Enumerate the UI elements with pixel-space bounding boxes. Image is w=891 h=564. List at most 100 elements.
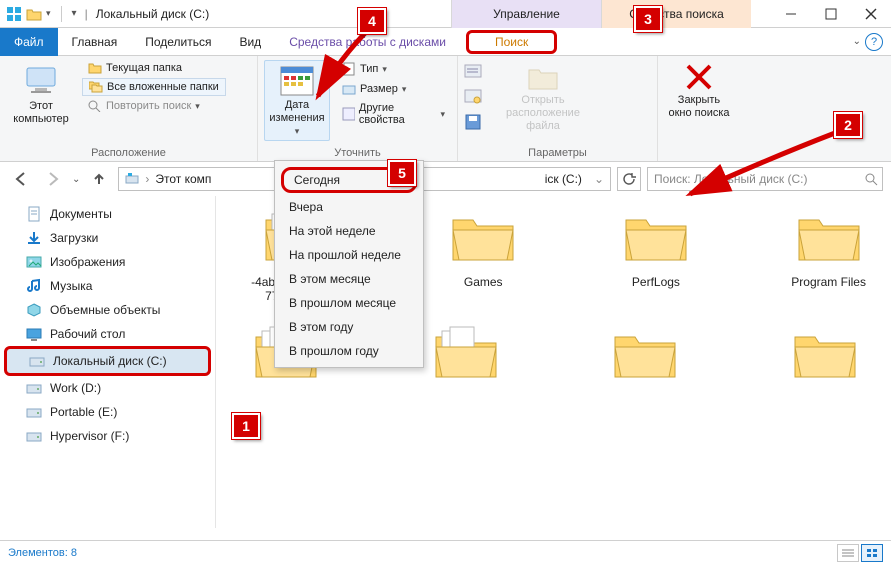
chevron-down-icon[interactable]: ▾ bbox=[46, 8, 51, 19]
sidebar-item-label: Portable (E:) bbox=[50, 405, 117, 419]
close-icon bbox=[684, 62, 714, 92]
app-icon bbox=[6, 6, 22, 22]
context-tab-headers: Управление Средства поиска bbox=[451, 0, 751, 28]
tab-home[interactable]: Главная bbox=[58, 28, 132, 56]
sidebar-item-label: Рабочий стол bbox=[50, 327, 125, 341]
folder-icon bbox=[620, 206, 692, 269]
tab-search[interactable]: Поиск bbox=[466, 30, 557, 54]
date-menu-item[interactable]: В прошлом месяце bbox=[275, 291, 423, 315]
date-menu-item[interactable]: На прошлой неделе bbox=[275, 243, 423, 267]
drive-icon bbox=[26, 404, 42, 420]
history-dropdown[interactable]: ⌄ bbox=[72, 174, 80, 185]
date-menu-item[interactable]: На этой неделе bbox=[275, 219, 423, 243]
window-title: Локальный диск (C:) bbox=[96, 7, 210, 21]
forward-button[interactable] bbox=[40, 166, 66, 192]
folder-item[interactable] bbox=[586, 323, 706, 386]
callout-1: 1 bbox=[232, 413, 260, 439]
folder-icon bbox=[789, 323, 861, 386]
open-file-location-button: Открыть расположение файла bbox=[488, 60, 598, 135]
sidebar-item-label: Work (D:) bbox=[50, 381, 101, 395]
up-button[interactable] bbox=[86, 166, 112, 192]
view-icons-button[interactable] bbox=[861, 544, 883, 562]
folder-icon bbox=[430, 323, 502, 386]
sidebar-item-label: Документы bbox=[50, 207, 112, 221]
help-icon[interactable]: ? bbox=[865, 33, 883, 51]
drive-icon bbox=[26, 428, 42, 444]
ribbon-group-location: Этот компьютер Текущая папка Все вложенн… bbox=[0, 56, 258, 161]
sidebar-item-загрузки[interactable]: Загрузки bbox=[4, 226, 211, 250]
sidebar-item-label: Объемные объекты bbox=[50, 303, 160, 317]
current-folder-button[interactable]: Текущая папка bbox=[82, 60, 226, 76]
folder-label: Program Files bbox=[791, 275, 866, 289]
sidebar-item-label: Изображения bbox=[50, 255, 125, 269]
item-count: 8 bbox=[71, 547, 77, 559]
ribbon-help[interactable]: ⌄ ? bbox=[853, 33, 883, 51]
back-button[interactable] bbox=[8, 166, 34, 192]
search-icon bbox=[864, 172, 878, 186]
separator bbox=[61, 6, 62, 22]
address-crumb-pre: Этот комп bbox=[155, 172, 211, 186]
sidebar-item-work-d-[interactable]: Work (D:) bbox=[4, 376, 211, 400]
sidebar-item-label: Локальный диск (C:) bbox=[53, 354, 167, 368]
date-menu-item[interactable]: В этом году bbox=[275, 315, 423, 339]
maximize-button[interactable] bbox=[811, 0, 851, 28]
window-controls bbox=[771, 0, 891, 28]
folder-icon bbox=[88, 62, 102, 74]
folder-icon bbox=[447, 206, 519, 269]
separator: | bbox=[85, 7, 88, 21]
folder-icon bbox=[609, 323, 681, 386]
img-icon bbox=[26, 254, 42, 270]
folder-item[interactable]: Program Files bbox=[772, 206, 885, 303]
search-again-button[interactable]: Повторить поиск bbox=[82, 98, 226, 114]
sidebar-item-музыка[interactable]: Музыка bbox=[4, 274, 211, 298]
refresh-button[interactable] bbox=[617, 167, 641, 191]
tab-view[interactable]: Вид bbox=[225, 28, 275, 56]
folder-item[interactable]: Games bbox=[427, 206, 540, 303]
navigation-pane[interactable]: Документы Загрузки Изображения Музыка Объемн… bbox=[0, 196, 216, 528]
advanced-options-icon[interactable] bbox=[464, 89, 482, 108]
callout-3: 3 bbox=[634, 6, 662, 32]
ribbon-group-options: Открыть расположение файла Параметры bbox=[458, 56, 658, 161]
search-again-icon bbox=[88, 100, 102, 112]
folder-label: Games bbox=[464, 275, 503, 289]
sidebar-item-документы[interactable]: Документы bbox=[4, 202, 211, 226]
save-search-icon[interactable] bbox=[464, 114, 482, 133]
sidebar-item-объемные-объекты[interactable]: Объемные объекты bbox=[4, 298, 211, 322]
qat-dropdown-icon[interactable]: ▾ bbox=[72, 8, 77, 19]
folder-label: PerfLogs bbox=[632, 275, 680, 289]
folder-item[interactable] bbox=[765, 323, 885, 386]
close-search-button[interactable]: Закрыть окно поиска bbox=[664, 60, 734, 122]
date-menu-item[interactable]: В этом месяце bbox=[275, 267, 423, 291]
group-label-options: Параметры bbox=[464, 145, 651, 159]
close-button[interactable] bbox=[851, 0, 891, 28]
sidebar-item-portable-e-[interactable]: Portable (E:) bbox=[4, 400, 211, 424]
folders-icon bbox=[89, 81, 103, 93]
context-tab-search-tools[interactable]: Средства поиска bbox=[601, 0, 751, 28]
all-subfolders-button[interactable]: Все вложенные папки bbox=[82, 78, 226, 96]
titlebar: ▾ ▾ | Локальный диск (C:) Управление Сре… bbox=[0, 0, 891, 28]
sidebar-item-рабочий-стол[interactable]: Рабочий стол bbox=[4, 322, 211, 346]
view-details-button[interactable] bbox=[837, 544, 859, 562]
sidebar-item-hypervisor-f-[interactable]: Hypervisor (F:) bbox=[4, 424, 211, 448]
quick-access-toolbar: ▾ ▾ bbox=[6, 6, 77, 22]
drive-icon bbox=[26, 380, 42, 396]
tab-file[interactable]: Файл bbox=[0, 28, 58, 56]
doc-icon bbox=[26, 206, 42, 222]
desk-icon bbox=[26, 326, 42, 342]
chevron-down-icon[interactable]: ⌄ bbox=[594, 172, 604, 186]
folder-item[interactable]: PerfLogs bbox=[600, 206, 713, 303]
sidebar-item-label: Загрузки bbox=[50, 231, 98, 245]
tab-share[interactable]: Поделиться bbox=[131, 28, 225, 56]
this-pc-button[interactable]: Этот компьютер bbox=[6, 60, 76, 128]
date-filter-menu[interactable]: СегодняВчераНа этой неделеНа прошлой нед… bbox=[274, 160, 424, 368]
sidebar-item-изображения[interactable]: Изображения bbox=[4, 250, 211, 274]
sidebar-item-локальный-диск-c-[interactable]: Локальный диск (C:) bbox=[4, 346, 211, 376]
date-menu-item[interactable]: Вчера bbox=[275, 195, 423, 219]
computer-icon bbox=[23, 62, 59, 98]
recent-searches-icon[interactable] bbox=[464, 64, 482, 83]
context-tab-manage[interactable]: Управление bbox=[451, 0, 601, 28]
chevron-down-icon: ⌄ bbox=[853, 36, 861, 47]
folder-open-icon bbox=[526, 62, 560, 92]
date-menu-item[interactable]: В прошлом году bbox=[275, 339, 423, 363]
minimize-button[interactable] bbox=[771, 0, 811, 28]
